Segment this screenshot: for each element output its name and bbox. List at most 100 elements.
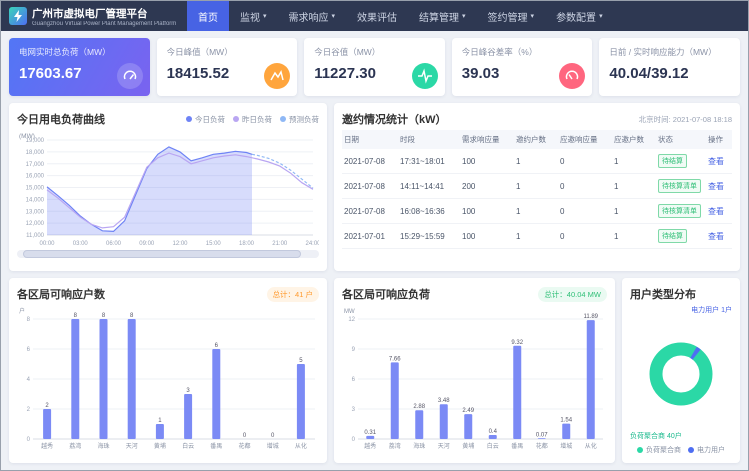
panel-title: 今日用电负荷曲线 bbox=[17, 111, 105, 127]
svg-text:白云: 白云 bbox=[182, 442, 194, 450]
svg-text:12: 12 bbox=[348, 317, 355, 323]
nav-item-settlement[interactable]: 结算管理▾ bbox=[408, 1, 477, 31]
bar bbox=[391, 362, 399, 439]
nav-item-effect-eval[interactable]: 效果评估 bbox=[346, 1, 408, 31]
svg-text:18,000: 18,000 bbox=[26, 150, 45, 156]
table-cell: 待核算清单 bbox=[656, 174, 706, 199]
table-cell: 0 bbox=[558, 174, 612, 199]
view-link[interactable]: 查看 bbox=[708, 232, 724, 241]
svg-text:0: 0 bbox=[352, 437, 356, 443]
svg-text:番禺: 番禺 bbox=[511, 443, 523, 450]
kpi-peak-card: 今日峰值（MW） 18415.52 bbox=[157, 38, 298, 96]
app-window: 广州市虚拟电厂管理平台 Guangzhou Virtual Power Plan… bbox=[0, 0, 749, 471]
panel-title: 各区局可响应负荷 bbox=[342, 286, 430, 302]
load-curve-chart: (MW)11,00012,00013,00014,00015,00016,000… bbox=[17, 130, 319, 248]
legend-item[interactable]: 预测负荷 bbox=[280, 114, 319, 125]
svg-text:14,000: 14,000 bbox=[26, 197, 45, 203]
svg-text:11.89: 11.89 bbox=[583, 314, 598, 320]
bar bbox=[297, 364, 305, 439]
status-badge: 待结算 bbox=[658, 229, 687, 243]
column-header: 需求响应量 bbox=[460, 130, 514, 149]
svg-text:19,000: 19,000 bbox=[26, 138, 45, 144]
column-header: 时段 bbox=[398, 130, 460, 149]
panel-title: 各区局可响应户数 bbox=[17, 286, 105, 302]
svg-text:荔湾: 荔湾 bbox=[389, 442, 401, 450]
beijing-time-label: 北京时间: 2021-07-08 18:18 bbox=[639, 114, 732, 125]
view-link[interactable]: 查看 bbox=[708, 207, 724, 216]
svg-text:03:00: 03:00 bbox=[73, 241, 89, 247]
legend-label: 今日负荷 bbox=[195, 114, 225, 125]
bottom-row: 各区局可响应户数 总计：41 户 户024682越秀8荔湾8海珠8天河1黄埔3白… bbox=[9, 278, 740, 463]
status-badge: 待结算 bbox=[658, 154, 687, 168]
svg-text:6: 6 bbox=[27, 347, 31, 353]
legend-dot-icon bbox=[233, 116, 239, 122]
svg-text:13,000: 13,000 bbox=[26, 209, 45, 215]
nav-item-label: 效果评估 bbox=[357, 9, 397, 24]
donut-callout-aggregator: 负荷聚合商 40户 bbox=[630, 431, 682, 441]
svg-text:2.49: 2.49 bbox=[462, 408, 474, 414]
svg-text:0.07: 0.07 bbox=[536, 432, 548, 438]
app-title: 广州市虚拟电厂管理平台 bbox=[32, 6, 182, 21]
column-header: 应邀响应量 bbox=[558, 130, 612, 149]
kpi-peak-valley-rate-card: 今日峰谷差率（%） 39.03 bbox=[452, 38, 593, 96]
legend-item[interactable]: 电力用户 bbox=[688, 445, 725, 455]
kpi-response-capacity-card: 日前 / 实时响应能力（MW） 40.04/39.12 bbox=[599, 38, 740, 96]
legend-item[interactable]: 负荷聚合商 bbox=[637, 445, 681, 455]
table-cell: 1 bbox=[514, 199, 558, 224]
legend-item[interactable]: 今日负荷 bbox=[186, 114, 225, 125]
kpi-row: 电网实时总负荷（MW） 17603.67 今日峰值（MW） 18415.52 今… bbox=[9, 38, 740, 96]
svg-text:3: 3 bbox=[352, 407, 356, 413]
page-content: 电网实时总负荷（MW） 17603.67 今日峰值（MW） 18415.52 今… bbox=[1, 31, 748, 470]
svg-text:荔湾: 荔湾 bbox=[69, 442, 81, 450]
bar bbox=[156, 424, 164, 439]
load-curve-panel: 今日用电负荷曲线 今日负荷昨日负荷预测负荷 (MW)11,00012,00013… bbox=[9, 103, 327, 271]
svg-text:天河: 天河 bbox=[126, 442, 138, 450]
nav-item-contract[interactable]: 签约管理▾ bbox=[477, 1, 546, 31]
nav-item-demand-response[interactable]: 需求响应▾ bbox=[278, 1, 347, 31]
chart-zoom-slider[interactable] bbox=[17, 250, 319, 258]
legend-dot-icon bbox=[637, 447, 643, 453]
svg-text:12:00: 12:00 bbox=[172, 241, 188, 247]
kpi-valley-card: 今日谷值（MW） 11227.30 bbox=[304, 38, 445, 96]
kpi-label: 今日峰谷差率（%） bbox=[462, 46, 583, 58]
nav-item-label: 结算管理 bbox=[419, 9, 459, 24]
table-cell: 查看 bbox=[706, 174, 732, 199]
nav-item-params[interactable]: 参数配置▾ bbox=[545, 1, 614, 31]
invitation-stats-panel: 邀约情况统计（kW） 北京时间: 2021-07-08 18:18 日期时段需求… bbox=[334, 103, 740, 271]
legend-item[interactable]: 昨日负荷 bbox=[233, 114, 272, 125]
zoom-slider-handle[interactable] bbox=[23, 250, 301, 258]
table-cell: 200 bbox=[460, 174, 514, 199]
gauge-icon bbox=[117, 63, 143, 89]
svg-text:2.88: 2.88 bbox=[413, 404, 425, 410]
table-cell: 100 bbox=[460, 199, 514, 224]
legend-dot-icon bbox=[186, 116, 192, 122]
bar bbox=[562, 424, 570, 439]
households-bar-chart: 户024682越秀8荔湾8海珠8天河1黄埔3白云6番禺0花都0增城5从化 bbox=[17, 305, 319, 450]
logo-text: 广州市虚拟电厂管理平台 Guangzhou Virtual Power Plan… bbox=[32, 6, 182, 27]
peak-curve-icon bbox=[264, 63, 290, 89]
chevron-down-icon: ▾ bbox=[462, 12, 466, 20]
legend-dot-icon bbox=[688, 447, 694, 453]
svg-text:8: 8 bbox=[74, 313, 78, 319]
table-cell: 查看 bbox=[706, 224, 732, 249]
svg-text:2: 2 bbox=[45, 403, 49, 409]
svg-text:0: 0 bbox=[243, 433, 247, 439]
kpi-value: 40.04/39.12 bbox=[609, 65, 730, 82]
table-cell: 1 bbox=[612, 199, 656, 224]
donut-chart-area: 电力用户 1户 负荷聚合商 40户 bbox=[630, 305, 732, 443]
column-header: 操作 bbox=[706, 130, 732, 149]
svg-text:9: 9 bbox=[352, 347, 356, 353]
nav-item-home[interactable]: 首页 bbox=[187, 1, 229, 31]
view-link[interactable]: 查看 bbox=[708, 157, 724, 166]
svg-text:增城: 增城 bbox=[560, 442, 572, 450]
nav-item-monitor[interactable]: 监视▾ bbox=[229, 1, 278, 31]
svg-text:户: 户 bbox=[19, 307, 25, 315]
table-row: 2021-07-0816:08~16:36100101待核算清单查看 bbox=[342, 199, 732, 224]
invitation-table: 日期时段需求响应量邀约户数应邀响应量应邀户数状态操作2021-07-0817:3… bbox=[342, 130, 732, 249]
svg-text:5: 5 bbox=[299, 358, 303, 364]
view-link[interactable]: 查看 bbox=[708, 182, 724, 191]
total-badge: 总计：41 户 bbox=[267, 287, 319, 302]
chevron-down-icon: ▾ bbox=[263, 12, 267, 20]
rate-gauge-icon bbox=[559, 63, 585, 89]
nav-item-label: 需求响应 bbox=[289, 9, 329, 24]
